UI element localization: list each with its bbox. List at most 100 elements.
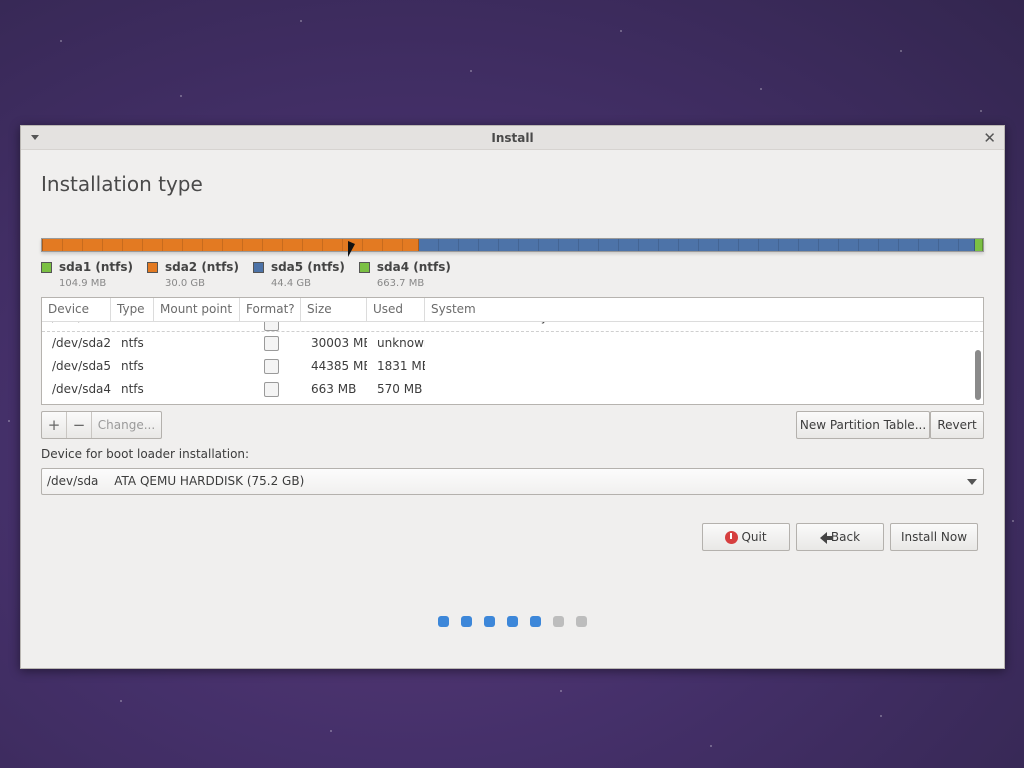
table-header: Device Type Mount point Format? Size Used Syst…	[42, 298, 983, 322]
format-cell[interactable]	[240, 322, 301, 331]
install-window: Install ✕ Installation type sda1 (ntfs) 1…	[20, 125, 1005, 669]
progress-dots	[438, 616, 599, 627]
title-bar: Install ✕	[21, 126, 1004, 150]
cell-device: /dev/sda2	[52, 336, 111, 350]
cell-device: /dev/sda5	[52, 359, 111, 373]
cell-system: Windows Recovery Environment	[425, 322, 983, 331]
column-header[interactable]: Size	[301, 298, 367, 321]
progress-dot	[438, 616, 449, 627]
cell-mount	[154, 355, 240, 378]
remove-partition-button[interactable]: −	[67, 412, 92, 438]
partition-tools: + − Change...	[41, 411, 162, 439]
cell-size: 44385 MB	[311, 359, 367, 373]
legend-label: sda2 (ntfs)	[164, 260, 239, 274]
table-body: /dev/sda1ntfs104 MB28 MBWindows Recovery…	[42, 322, 983, 404]
partition-table: Device Type Mount point Format? Size Used Syst…	[41, 297, 984, 405]
cell-size: 104 MB	[301, 322, 367, 331]
scrollbar-thumb[interactable]	[975, 350, 981, 400]
legend-size: 663.7 MB	[376, 278, 425, 289]
column-header[interactable]: Mount point	[154, 298, 240, 321]
cell-used: 28 MB	[367, 322, 425, 331]
cell-system	[425, 332, 983, 355]
mouse-cursor-icon	[348, 241, 355, 257]
revert-button[interactable]: Revert	[930, 411, 984, 439]
cell-mount	[154, 332, 240, 355]
table-scrollbar[interactable]	[975, 324, 981, 404]
cell-used: 1831 MB	[377, 359, 425, 373]
table-row[interactable]: /dev/sda1ntfs 104 MB28 MBWindows Recovery…	[42, 322, 983, 332]
progress-dot	[484, 616, 495, 627]
cell-used: 570 MB	[377, 382, 423, 396]
table-row[interactable]: /dev/sda4 ntfs 663 MB 570 MB	[42, 378, 983, 401]
bootloader-label: Device for boot loader installation:	[41, 447, 250, 461]
table-row[interactable]: /dev/sda5 ntfs 44385 MB 1831 MB	[42, 355, 983, 378]
back-arrow-icon	[819, 531, 832, 544]
legend-size: 44.4 GB	[270, 278, 311, 289]
legend-label: sda1 (ntfs)	[59, 260, 133, 274]
add-partition-button[interactable]: +	[42, 412, 67, 438]
format-checkbox[interactable]	[264, 382, 279, 397]
progress-dot	[553, 616, 564, 627]
cell-device: /dev/sda1	[42, 322, 111, 331]
install-now-button[interactable]: Install Now	[890, 523, 978, 551]
back-label: Back	[830, 530, 861, 544]
format-checkbox[interactable]	[264, 322, 279, 331]
format-cell[interactable]	[240, 355, 301, 378]
cell-mount	[154, 322, 240, 331]
column-header[interactable]: Used	[367, 298, 425, 321]
legend-item: sda4 (ntfs) 663.7 MB	[358, 260, 451, 289]
column-header[interactable]: Type	[111, 298, 154, 321]
back-button[interactable]: Back	[796, 523, 884, 551]
page-title: Installation type	[41, 172, 203, 196]
cell-system	[425, 355, 983, 378]
legend-item: sda1 (ntfs) 104.9 MB	[41, 260, 133, 289]
window-title: Install	[491, 131, 534, 145]
change-partition-button[interactable]: Change...	[92, 412, 161, 438]
format-checkbox[interactable]	[264, 336, 279, 351]
quit-button[interactable]: Quit	[702, 523, 790, 551]
disk-segment-sda5	[418, 239, 975, 251]
window-menu-icon[interactable]	[31, 135, 39, 140]
progress-dot	[461, 616, 472, 627]
legend-swatch	[146, 261, 158, 273]
power-icon	[725, 531, 739, 544]
cell-device: /dev/sda4	[52, 382, 111, 396]
column-header[interactable]: Device	[42, 298, 111, 321]
quit-label: Quit	[741, 530, 767, 544]
legend-label: sda5 (ntfs)	[270, 260, 345, 274]
cell-type: ntfs	[121, 359, 144, 373]
column-header[interactable]: System	[425, 298, 983, 321]
cell-size: 30003 MB	[311, 336, 367, 350]
cell-type: ntfs	[121, 382, 144, 396]
format-cell[interactable]	[240, 378, 301, 401]
disk-usage-bar	[41, 238, 984, 252]
new-partition-table-button[interactable]: New Partition Table...	[796, 411, 930, 439]
format-cell[interactable]	[240, 332, 301, 355]
progress-dot	[576, 616, 587, 627]
cell-size: 663 MB	[311, 382, 357, 396]
bootloader-description: ATA QEMU HARDDISK (75.2 GB)	[114, 474, 305, 488]
partition-legend: sda1 (ntfs) 104.9 MB sda2 (ntfs) 30.0 GB sda…	[41, 260, 465, 289]
legend-swatch	[358, 261, 370, 273]
disk-segment-sda2	[43, 239, 419, 251]
column-header[interactable]: Format?	[240, 298, 301, 321]
legend-item: sda5 (ntfs) 44.4 GB	[252, 260, 345, 289]
close-icon[interactable]: ✕	[983, 126, 996, 150]
legend-swatch	[41, 261, 52, 273]
legend-label: sda4 (ntfs)	[376, 260, 451, 274]
disk-segment-sda4	[974, 239, 983, 251]
cell-type: ntfs	[121, 336, 144, 350]
dropdown-arrow-icon	[967, 479, 977, 485]
cell-used: unknown	[377, 336, 425, 350]
bootloader-device-select[interactable]: /dev/sda ATA QEMU HARDDISK (75.2 GB)	[41, 468, 984, 495]
legend-size: 30.0 GB	[164, 278, 206, 289]
table-row[interactable]: /dev/sda2 ntfs 30003 MB unknown	[42, 332, 983, 355]
legend-size: 104.9 MB	[59, 278, 107, 289]
cell-system	[425, 378, 983, 401]
bootloader-device: /dev/sda	[47, 474, 99, 488]
format-checkbox[interactable]	[264, 359, 279, 374]
progress-dot	[530, 616, 541, 627]
progress-dot	[507, 616, 518, 627]
cell-type: ntfs	[111, 322, 154, 331]
legend-item: sda2 (ntfs) 30.0 GB	[146, 260, 239, 289]
